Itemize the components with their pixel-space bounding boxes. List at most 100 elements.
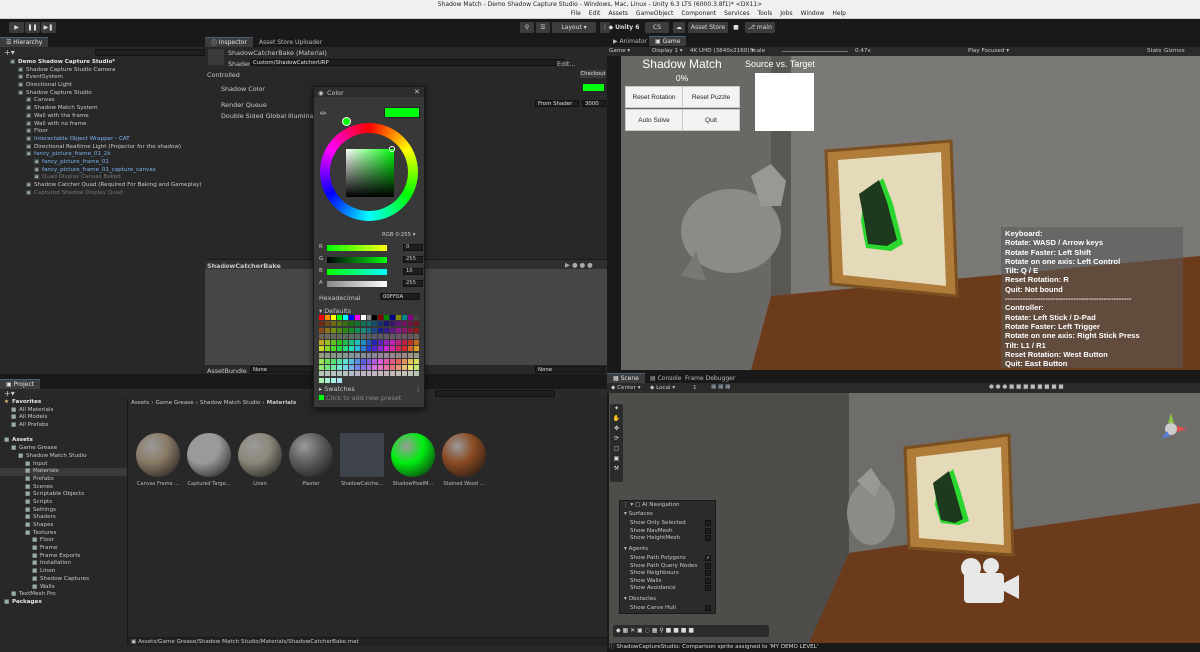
folder-item[interactable]: ■ Walls bbox=[0, 584, 127, 592]
swatch[interactable] bbox=[372, 371, 378, 377]
nav-option-checkbox[interactable] bbox=[705, 577, 711, 584]
swatch[interactable] bbox=[366, 371, 372, 377]
swatch[interactable] bbox=[384, 340, 390, 346]
shader-dropdown[interactable]: Custom/ShadowCatcherURP bbox=[250, 59, 565, 66]
swatch[interactable] bbox=[402, 321, 408, 327]
eyedropper-icon[interactable]: ✏ bbox=[320, 109, 327, 118]
nav-option-checkbox[interactable] bbox=[705, 527, 711, 534]
swatch[interactable] bbox=[354, 340, 360, 346]
folder-item[interactable]: ■ Textures bbox=[0, 530, 127, 538]
folder-item[interactable]: ■ Settings bbox=[0, 507, 127, 515]
swatch[interactable] bbox=[390, 371, 396, 377]
swatch[interactable] bbox=[354, 315, 360, 320]
swatch[interactable] bbox=[319, 371, 324, 377]
swatch[interactable] bbox=[342, 365, 348, 371]
swatch[interactable] bbox=[354, 327, 360, 333]
hierarchy-item[interactable]: ▣ fancy_picture_frame_01 bbox=[0, 159, 205, 167]
folder-item[interactable]: ■ Floor bbox=[0, 537, 127, 545]
swatch[interactable] bbox=[372, 358, 378, 364]
asset-tile[interactable]: ShadowPixelM... bbox=[391, 433, 435, 487]
swatch[interactable] bbox=[384, 358, 390, 364]
swatch[interactable] bbox=[324, 315, 330, 320]
nav-option-checkbox[interactable] bbox=[705, 605, 711, 611]
swatch[interactable] bbox=[372, 340, 378, 346]
swatch[interactable] bbox=[390, 352, 396, 358]
swatch[interactable] bbox=[402, 358, 408, 364]
hierarchy-item[interactable]: ▣ Shadow Match System bbox=[0, 105, 205, 113]
tab-hierarchy[interactable]: ☰ Hierarchy bbox=[0, 37, 49, 47]
swatch[interactable] bbox=[360, 340, 366, 346]
swatch[interactable] bbox=[336, 340, 342, 346]
swatch[interactable] bbox=[319, 358, 324, 364]
folder-item[interactable]: ■ Shapes bbox=[0, 522, 127, 530]
tab-game[interactable]: ▣ Game bbox=[649, 36, 687, 46]
space-dropdown[interactable]: ◆ Local ▾ bbox=[650, 385, 675, 391]
swatch[interactable] bbox=[366, 352, 372, 358]
swatch[interactable] bbox=[360, 333, 366, 339]
hue-handle[interactable] bbox=[342, 117, 351, 126]
swatch[interactable] bbox=[360, 346, 366, 352]
swatch[interactable] bbox=[360, 321, 366, 327]
swatch[interactable] bbox=[348, 333, 354, 339]
swatch[interactable] bbox=[396, 358, 402, 364]
layers-icon[interactable]: ☰ bbox=[536, 22, 550, 33]
swatch[interactable] bbox=[396, 352, 402, 358]
swatch[interactable] bbox=[319, 340, 324, 346]
menu-item-gameobject[interactable]: GameObject bbox=[636, 10, 673, 17]
swatch[interactable] bbox=[324, 358, 330, 364]
menu-item-assets[interactable]: Assets bbox=[608, 10, 628, 17]
folder-item[interactable]: ■ Frame Exports bbox=[0, 553, 127, 561]
hierarchy-item[interactable]: ▣ Shadow Capture Studio bbox=[0, 90, 205, 98]
add-icon[interactable]: +▾ bbox=[4, 48, 15, 57]
folder-item[interactable]: ■ Assets bbox=[0, 437, 127, 445]
orientation-gizmo[interactable] bbox=[1153, 411, 1189, 447]
swatch[interactable] bbox=[342, 333, 348, 339]
swatch[interactable] bbox=[372, 352, 378, 358]
folder-item[interactable]: ■ All Materials bbox=[0, 407, 127, 415]
swatch[interactable] bbox=[402, 340, 408, 346]
swatch[interactable] bbox=[342, 358, 348, 364]
swatch[interactable] bbox=[372, 365, 378, 371]
render-queue-input[interactable]: 3000 bbox=[582, 100, 606, 107]
scale-slider[interactable] bbox=[782, 51, 848, 52]
swatch[interactable] bbox=[324, 365, 330, 371]
swatch[interactable] bbox=[336, 377, 342, 383]
swatch[interactable] bbox=[378, 358, 384, 364]
swatch[interactable] bbox=[402, 333, 408, 339]
swatch[interactable] bbox=[319, 315, 324, 320]
swatch[interactable] bbox=[319, 327, 324, 333]
menu-item-component[interactable]: Component bbox=[681, 10, 716, 17]
alpha-input[interactable]: 255 bbox=[403, 280, 423, 287]
swatch[interactable] bbox=[408, 352, 414, 358]
swatch[interactable] bbox=[378, 333, 384, 339]
swatch[interactable] bbox=[354, 333, 360, 339]
swatch[interactable] bbox=[372, 327, 378, 333]
project-search-input[interactable] bbox=[434, 390, 555, 397]
folder-item[interactable]: ■ Prefabs bbox=[0, 476, 127, 484]
swatch[interactable] bbox=[390, 333, 396, 339]
folder-item[interactable]: ■ TextMesh Pro bbox=[0, 591, 127, 599]
swatch[interactable] bbox=[319, 365, 324, 371]
hierarchy-item[interactable]: ▣ Floor bbox=[0, 128, 205, 136]
search-icon[interactable]: ⚲ bbox=[520, 22, 534, 33]
hierarchy-search-input[interactable] bbox=[94, 48, 205, 56]
swatch[interactable] bbox=[396, 365, 402, 371]
hierarchy-item[interactable]: ▣ Wall with the frame bbox=[0, 113, 205, 121]
swatch[interactable] bbox=[324, 377, 330, 383]
hierarchy-item[interactable]: ▣ Directional Light bbox=[0, 82, 205, 90]
swatch[interactable] bbox=[396, 340, 402, 346]
swatch[interactable] bbox=[330, 371, 336, 377]
swatch[interactable] bbox=[342, 321, 348, 327]
hierarchy-item[interactable]: ▣ Directional Realtime Light (Projector f… bbox=[0, 144, 205, 152]
project-add-icon[interactable]: +▾ bbox=[4, 389, 15, 398]
swatch[interactable] bbox=[408, 371, 414, 377]
status-bar[interactable]: ⓘ ShadowCaptureStudio: Comparison sprite… bbox=[607, 643, 1200, 652]
nav-option-checkbox[interactable] bbox=[705, 570, 711, 576]
tab-frame-debugger[interactable]: Frame Debugger bbox=[679, 373, 741, 383]
swatch[interactable] bbox=[336, 346, 342, 352]
swatch[interactable] bbox=[384, 352, 390, 358]
nav-option-show-neighbours[interactable]: Show Neighbours bbox=[630, 570, 714, 578]
collab-icon[interactable]: ☁ bbox=[673, 22, 685, 33]
hierarchy-item[interactable]: ▣ Quad Display Canvas Baked bbox=[0, 174, 205, 182]
swatch[interactable] bbox=[414, 321, 419, 327]
